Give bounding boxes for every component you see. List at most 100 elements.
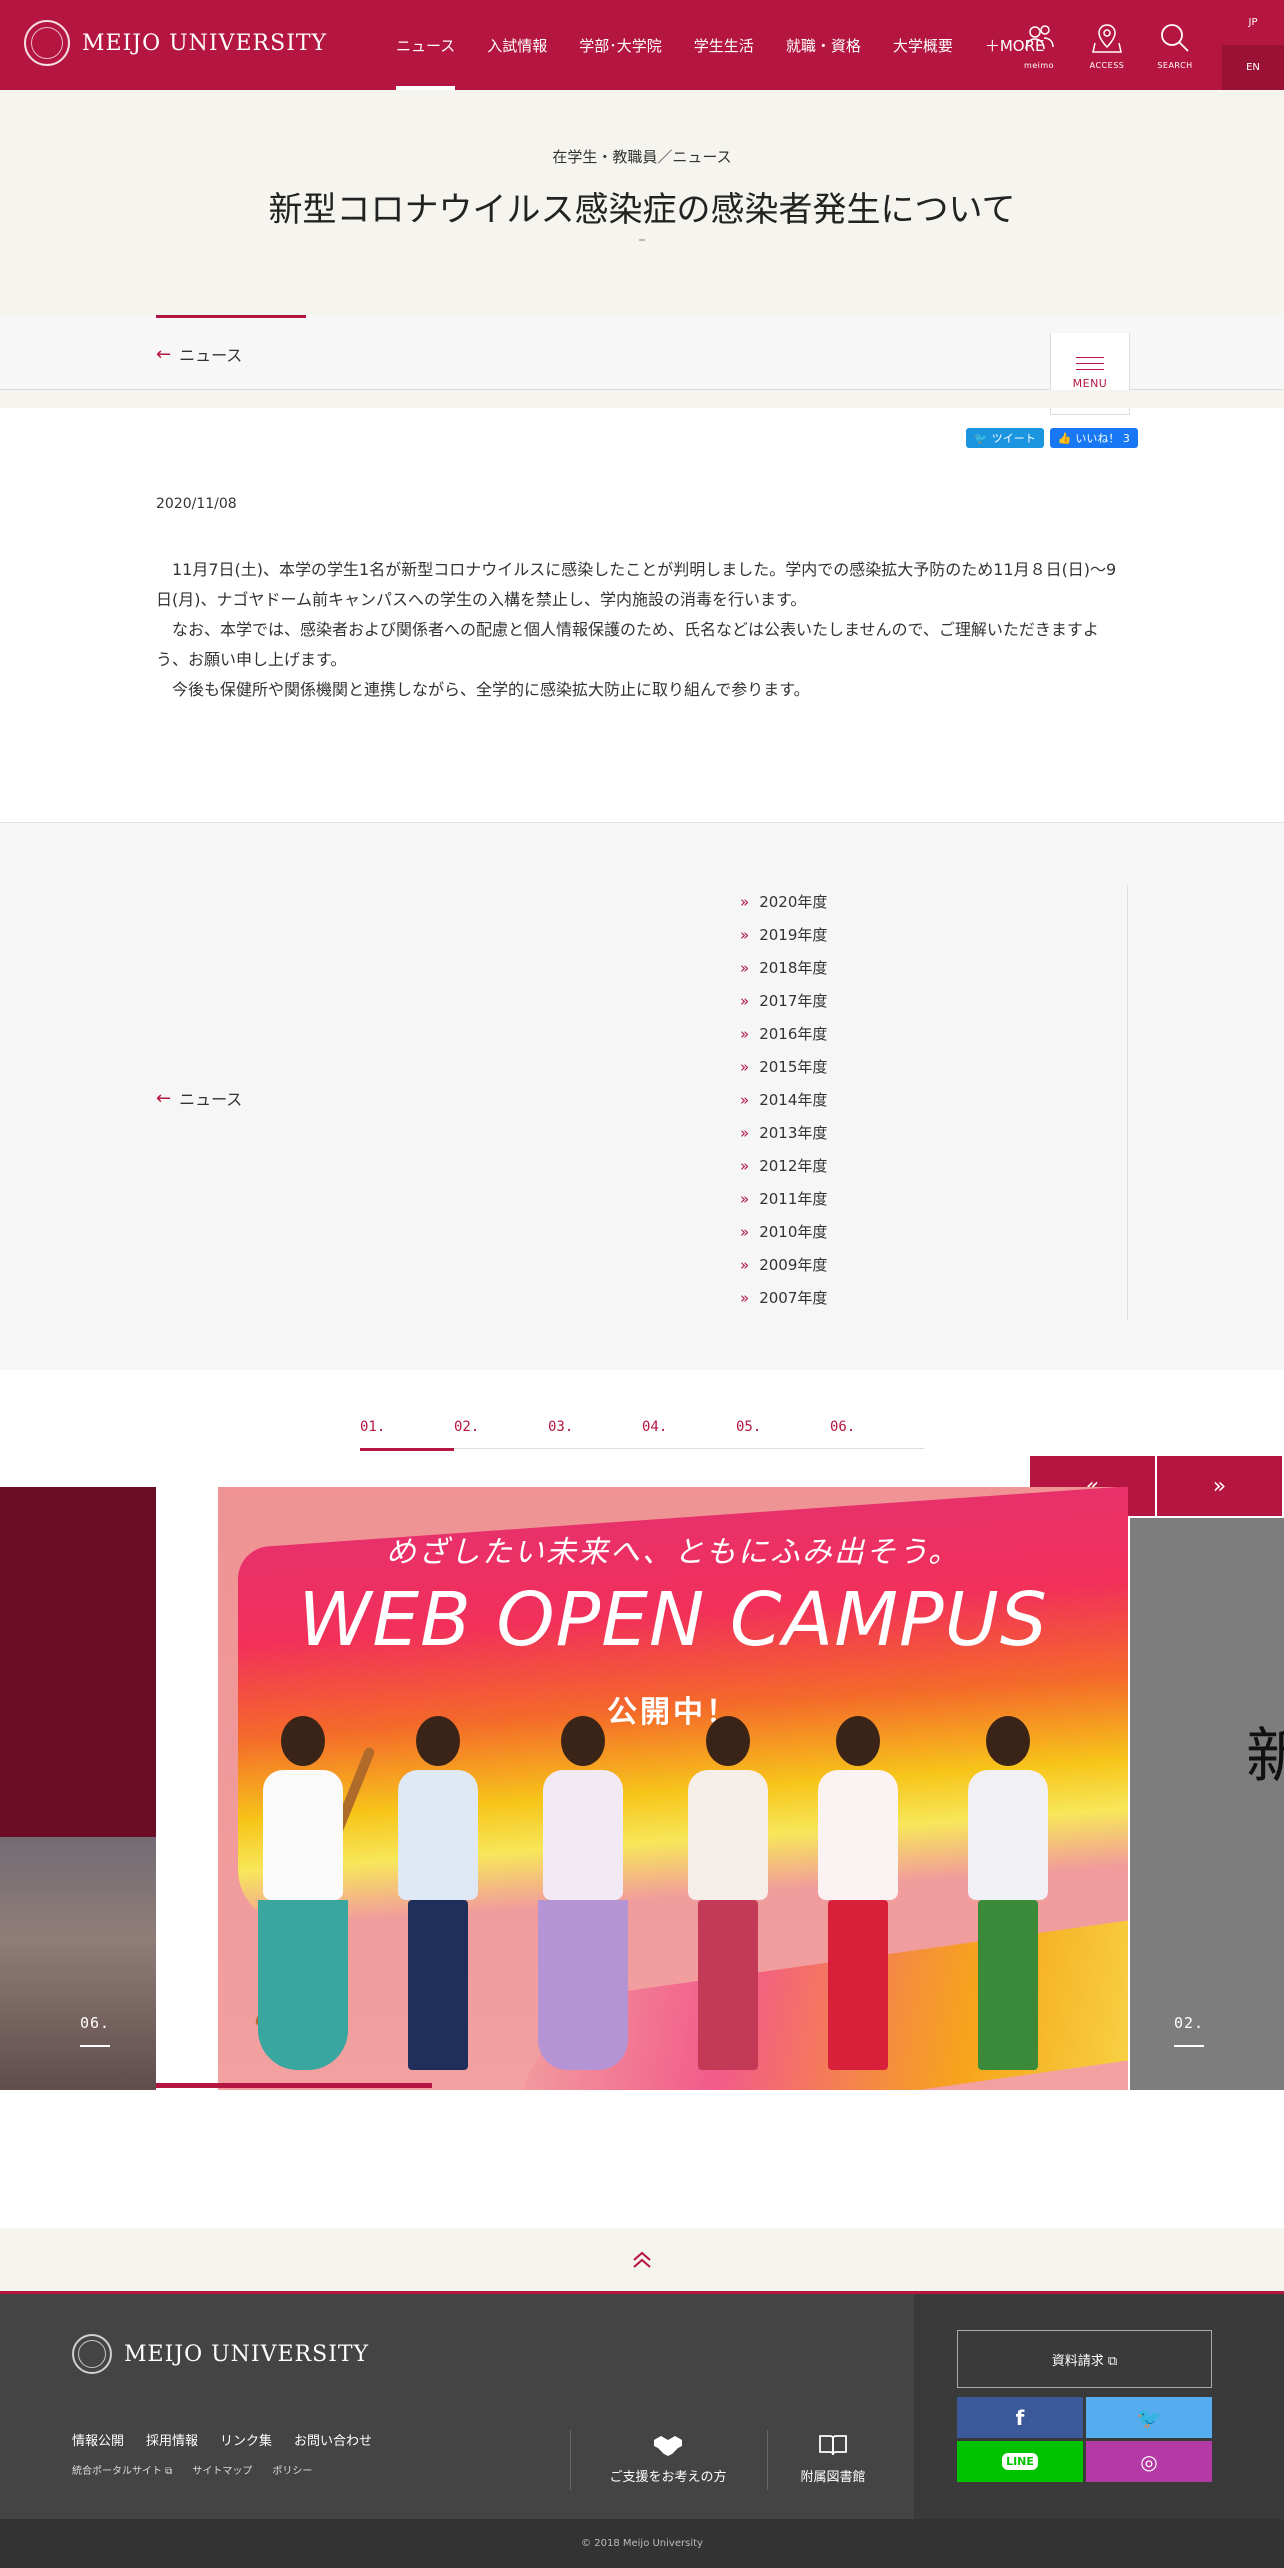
double-chevron-right-icon: »: [740, 958, 750, 977]
carousel-tab-4[interactable]: 04.: [642, 1405, 736, 1449]
access-link[interactable]: ACCESS: [1073, 0, 1141, 90]
page-title: 新型コロナウイルス感染症の感染者発生について: [268, 190, 1016, 230]
slide-number-underline: [80, 2045, 110, 2047]
article-paragraph: 11月7日(土)、本学の学生1名が新型コロナウイルスに感染したことが判明しました…: [156, 560, 1117, 609]
carousel-tab-6[interactable]: 06.: [830, 1405, 924, 1449]
nav-about[interactable]: 大学概要: [877, 0, 969, 90]
footer-logo[interactable]: MEIJO UNIVERSITY: [72, 2334, 369, 2374]
footer-link-sitemap[interactable]: サイトマップ: [192, 2462, 252, 2477]
year-label: 2013年度: [759, 1124, 828, 1142]
sub-navigation: ← ニュース MENU: [0, 315, 1284, 415]
archive-news-label: ニュース: [179, 1090, 243, 1109]
article-paragraph: 今後も保健所や関係機関と連携しながら、全学的に感染拡大防止に取り組んで参ります。: [172, 680, 810, 699]
carousel-slide-active[interactable]: めざしたい未来へ、ともにふみ出そう。 WEB OPEN CAMPUS 公開中！: [218, 1487, 1128, 2090]
nav-news[interactable]: ニュース: [380, 0, 471, 90]
article-date: 2020/11/08: [156, 496, 237, 512]
year-link-2020[interactable]: » 2020年度: [740, 885, 1127, 918]
support-link[interactable]: ご支援をお考えの方: [573, 2432, 763, 2485]
double-chevron-up-icon: [633, 2251, 651, 2268]
support-label: ご支援をお考えの方: [609, 2470, 727, 2485]
carousel-next-button[interactable]: »: [1157, 1456, 1282, 1516]
nav-admissions[interactable]: 入試情報: [471, 0, 563, 90]
university-seal-icon: [24, 20, 70, 66]
access-label: ACCESS: [1089, 60, 1125, 70]
meimo-link[interactable]: meimo: [1005, 0, 1073, 90]
year-label: 2019年度: [759, 926, 828, 944]
twitter-link[interactable]: 🐦: [1086, 2397, 1212, 2438]
nav-faculties[interactable]: 学部･大学院: [563, 0, 678, 90]
double-chevron-right-icon: »: [740, 925, 750, 944]
carousel-tab-1[interactable]: 01.: [360, 1405, 454, 1451]
site-logo[interactable]: MEIJO UNIVERSITY: [24, 20, 327, 66]
double-chevron-right-icon: »: [740, 991, 750, 1010]
year-link-2018[interactable]: » 2018年度: [740, 951, 1127, 984]
arrow-left-icon: ←: [156, 1087, 172, 1109]
global-nav: ニュース 入試情報 学部･大学院 学生生活 就職・資格 大学概要 ＋MORE: [380, 0, 1061, 90]
double-chevron-right-icon: »: [740, 1255, 750, 1274]
book-icon: [819, 2435, 847, 2456]
footer-link-policy[interactable]: ポリシー: [272, 2462, 312, 2477]
like-button[interactable]: 👍 いいね！ 3: [1049, 428, 1138, 448]
carousel-tab-2[interactable]: 02.: [454, 1405, 548, 1449]
language-switcher: JP EN: [1222, 0, 1284, 90]
page-top-button[interactable]: [0, 2228, 1284, 2294]
year-label: 2016年度: [759, 1025, 828, 1043]
year-link-2011[interactable]: » 2011年度: [740, 1182, 1127, 1215]
footer-link-recruit[interactable]: 採用情報: [146, 2430, 198, 2449]
nav-student-life[interactable]: 学生生活: [678, 0, 770, 90]
library-link[interactable]: 附属図書館: [738, 2432, 928, 2485]
menu-label: MENU: [1072, 377, 1108, 390]
carousel-slide-next[interactable]: 新 02.: [1130, 1518, 1284, 2090]
article-paragraph: なお、本学では、感染者および関係者への配慮と個人情報保護のため、氏名などは公表い…: [156, 620, 1099, 669]
nav-career[interactable]: 就職・資格: [770, 0, 877, 90]
share-buttons: 🐦 ツイート 👍 いいね！ 3: [966, 428, 1138, 448]
tweet-button[interactable]: 🐦 ツイート: [966, 428, 1044, 448]
carousel-tab-5[interactable]: 05.: [736, 1405, 830, 1449]
archive-news-link[interactable]: ← ニュース: [156, 1086, 242, 1110]
footer-link-contact[interactable]: お問い合わせ: [294, 2430, 372, 2449]
year-label: 2010年度: [759, 1223, 828, 1241]
year-link-2016[interactable]: » 2016年度: [740, 1017, 1127, 1050]
carousel-slide-prev[interactable]: 06.: [0, 1487, 156, 2090]
footer-link-disclosure[interactable]: 情報公開: [72, 2430, 124, 2449]
people-icon: [1025, 24, 1054, 49]
sns-links: f 🐦 LINE ◎: [957, 2397, 1212, 2482]
university-seal-icon: [72, 2334, 112, 2374]
year-link-2019[interactable]: » 2019年度: [740, 918, 1127, 951]
document-request-button[interactable]: 資料請求 ⧉: [957, 2330, 1212, 2388]
handshake-icon: [654, 2436, 682, 2456]
lang-jp[interactable]: JP: [1222, 0, 1284, 45]
search-icon: [1161, 23, 1189, 52]
next-slide-text: 新: [1246, 1722, 1284, 1792]
footer-logo-text: MEIJO UNIVERSITY: [124, 2341, 370, 2367]
search-label: SEARCH: [1157, 60, 1193, 70]
year-link-2010[interactable]: » 2010年度: [740, 1215, 1127, 1248]
footer-link-portal[interactable]: 統合ポータルサイト ⧉: [72, 2462, 172, 2477]
year-link-2013[interactable]: » 2013年度: [740, 1116, 1127, 1149]
instagram-link[interactable]: ◎: [1086, 2441, 1212, 2482]
copyright: © 2018 Meijo University: [0, 2519, 1284, 2568]
year-link-2014[interactable]: » 2014年度: [740, 1083, 1127, 1116]
carousel-tab-3[interactable]: 03.: [548, 1405, 642, 1449]
line-link[interactable]: LINE: [957, 2441, 1083, 2482]
year-link-2009[interactable]: » 2009年度: [740, 1248, 1127, 1281]
footer-link-links[interactable]: リンク集: [220, 2430, 272, 2449]
year-label: 2015年度: [759, 1058, 828, 1076]
subnav-spacer: [0, 390, 1284, 408]
year-label: 2017年度: [759, 992, 828, 1010]
twitter-bird-icon: 🐦: [974, 431, 988, 445]
lang-en[interactable]: EN: [1222, 45, 1284, 90]
year-link-2017[interactable]: » 2017年度: [740, 984, 1127, 1017]
search-link[interactable]: SEARCH: [1141, 0, 1209, 90]
year-link-2012[interactable]: » 2012年度: [740, 1149, 1127, 1182]
facebook-link[interactable]: f: [957, 2397, 1083, 2438]
back-to-news-link[interactable]: ← ニュース: [156, 342, 242, 366]
slide-catchphrase: めざしたい未来へ、ともにふみ出そう。: [385, 1535, 961, 1570]
year-link-2007[interactable]: » 2007年度: [740, 1281, 1127, 1314]
carousel-tabs: 01. 02. 03. 04. 05. 06.: [360, 1405, 924, 1451]
year-link-2015[interactable]: » 2015年度: [740, 1050, 1127, 1083]
twitter-icon: 🐦: [1136, 2405, 1162, 2430]
double-chevron-right-icon: »: [740, 1123, 750, 1142]
slide-number: 06.: [80, 2014, 111, 2032]
subnav-accent-line: [156, 315, 306, 318]
